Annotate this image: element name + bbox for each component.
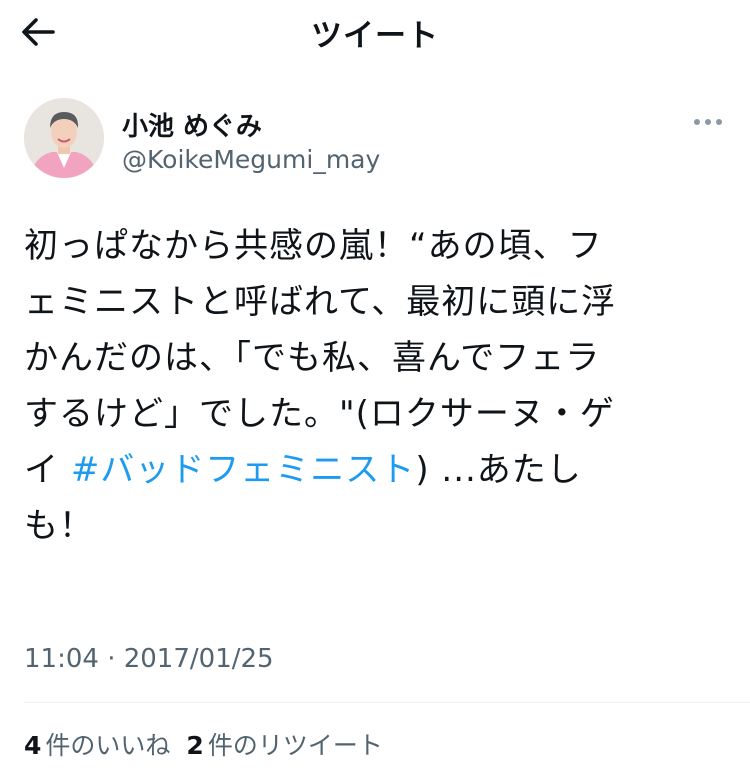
retweets-stat[interactable]: 2 件のリツイート — [186, 726, 382, 762]
likes-stat[interactable]: 4 件のいいね — [24, 726, 170, 762]
tweet-text-segment: ) ...あたし — [415, 450, 582, 490]
likes-count: 4 — [24, 731, 42, 760]
hashtag-link[interactable]: #バッドフェミニスト — [71, 450, 416, 490]
tweet-line: かんだのは、「でも私、喜んでフェラ — [24, 338, 601, 378]
tweet-detail-page: ツイート 小池 めぐみ @KoikeMegumi_may 初っぱなから共感の嵐！… — [0, 0, 750, 776]
avatar-image — [24, 98, 104, 178]
author-handle[interactable]: @KoikeMegumi_may — [122, 145, 380, 174]
tweet-text: 初っぱなから共感の嵐！“あの頃、フ ェミニストと呼ばれて、最初に頭に浮 かんだの… — [24, 218, 728, 554]
more-horizontal-icon — [694, 119, 722, 125]
header: ツイート — [0, 0, 750, 64]
avatar[interactable] — [24, 98, 104, 178]
more-button[interactable] — [688, 108, 728, 136]
divider — [24, 702, 750, 703]
tweet-timestamp[interactable]: 11:04 · 2017/01/25 — [24, 644, 274, 674]
tweet-text-segment: イ — [24, 450, 71, 490]
page-title: ツイート — [311, 18, 439, 54]
tweet-line: 初っぱなから共感の嵐！“あの頃、フ — [24, 226, 603, 266]
tweet-line: ェミニストと呼ばれて、最初に頭に浮 — [24, 282, 617, 322]
tweet-line: するけど」でした。"(ロクサーヌ・ゲ — [24, 394, 615, 434]
tweet-stats: 4 件のいいね 2 件のリツイート — [24, 726, 399, 762]
retweets-count: 2 — [186, 731, 204, 760]
tweet-line: イ #バッドフェミニスト) ...あたし — [24, 442, 728, 498]
author-display-name[interactable]: 小池 めぐみ — [122, 106, 262, 143]
likes-label: 件のいいね — [45, 731, 171, 760]
retweets-label: 件のリツイート — [207, 731, 383, 760]
tweet-line: も！ — [24, 506, 94, 546]
